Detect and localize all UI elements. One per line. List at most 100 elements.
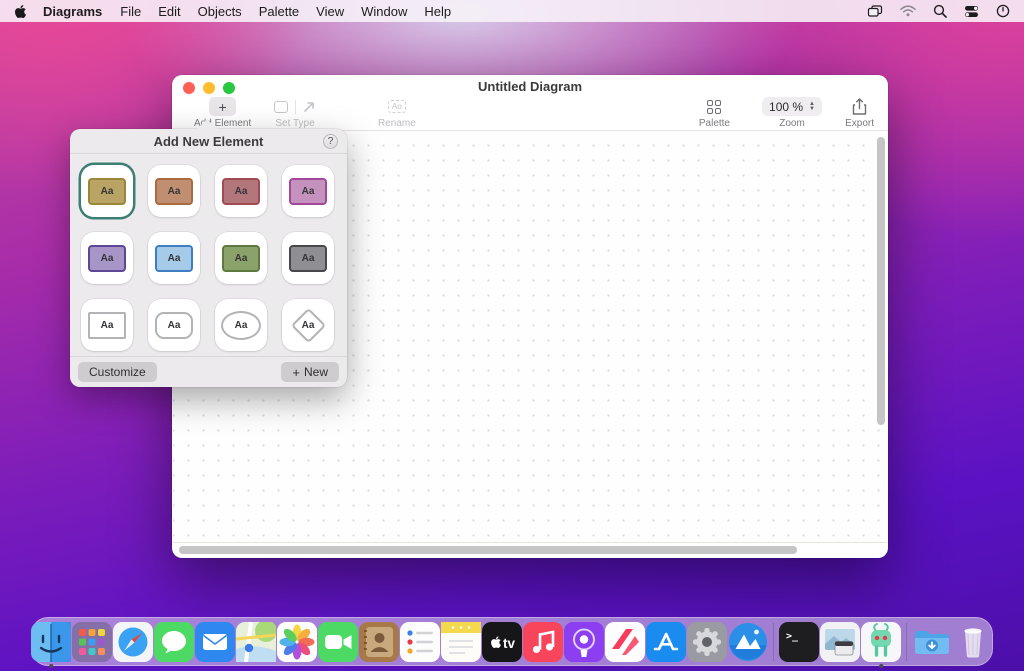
search-icon[interactable]: [933, 4, 947, 18]
share-icon: [852, 98, 867, 116]
dock-reminders-icon[interactable]: [400, 622, 440, 662]
minimize-button[interactable]: [203, 82, 215, 94]
dock-app-store-icon[interactable]: [646, 622, 686, 662]
menu-palette[interactable]: Palette: [259, 4, 299, 19]
shape-rect-icon: [274, 101, 288, 113]
rect-shape: Aa: [88, 178, 126, 205]
element-style-ellipse[interactable]: Aa: [215, 299, 267, 351]
element-style-rect[interactable]: Aa: [215, 232, 267, 284]
menu-window[interactable]: Window: [361, 4, 407, 19]
element-style-rect[interactable]: Aa: [81, 232, 133, 284]
sample-text: Aa: [168, 186, 181, 197]
add-new-element-popover: Add New Element ? AaAaAaAaAaAaAaAaAaAaAa…: [70, 129, 347, 387]
element-style-sharp[interactable]: Aa: [81, 299, 133, 351]
menu-bar: Diagrams File Edit Objects Palette View …: [0, 0, 1024, 22]
menu-help[interactable]: Help: [424, 4, 451, 19]
dock-divider: [906, 623, 907, 661]
sample-text: Aa: [302, 320, 315, 331]
dock-music-icon[interactable]: [523, 622, 563, 662]
palette-grid-icon: [707, 100, 721, 114]
sample-text: Aa: [101, 253, 114, 264]
zoom-window-button[interactable]: [223, 82, 235, 94]
element-style-rect[interactable]: Aa: [282, 165, 334, 217]
plus-icon: +: [292, 366, 300, 379]
ellipse-shape: Aa: [221, 311, 261, 340]
dock-launchpad-icon[interactable]: [72, 622, 112, 662]
svg-text:tv: tv: [503, 636, 515, 651]
rename-button[interactable]: Ao Rename: [378, 97, 416, 129]
rect-shape: Aa: [289, 178, 327, 205]
svg-text:>_: >_: [786, 631, 799, 642]
clock-icon[interactable]: [996, 4, 1010, 18]
plus-icon[interactable]: +: [209, 97, 236, 116]
element-style-rect[interactable]: Aa: [148, 232, 200, 284]
palette-label: Palette: [699, 118, 730, 129]
menu-app-name[interactable]: Diagrams: [43, 4, 102, 19]
dock-diagrams-icon[interactable]: [728, 622, 768, 662]
dock-facetime-icon[interactable]: [318, 622, 358, 662]
dock-contacts-icon[interactable]: [359, 622, 399, 662]
sample-text: Aa: [302, 186, 315, 197]
dock-notes-icon[interactable]: [441, 622, 481, 662]
wifi-icon[interactable]: [900, 5, 916, 17]
zoom-value: 100 %: [769, 100, 803, 114]
zoom-label: Zoom: [779, 118, 805, 129]
dock-mail-icon[interactable]: [195, 622, 235, 662]
dock-terminal-icon[interactable]: >_: [779, 622, 819, 662]
dock-news-icon[interactable]: [605, 622, 645, 662]
dock-robot-app-icon[interactable]: [861, 622, 901, 662]
dock-messages-icon[interactable]: [154, 622, 194, 662]
dock-tv-icon[interactable]: tv: [482, 622, 522, 662]
dock-screen-sharing-icon[interactable]: [820, 622, 860, 662]
palette-button[interactable]: Palette: [699, 97, 730, 129]
zoom-control[interactable]: 100 % ▲▼ Zoom: [762, 97, 822, 129]
element-grid: Aa Aa Aa Aa Aa Aa Aa Aa Aa Aa Aa Aa: [81, 165, 334, 351]
zoom-stepper-icon[interactable]: ▲▼: [809, 102, 815, 111]
dock-safari-icon[interactable]: [113, 622, 153, 662]
element-style-rect[interactable]: Aa: [148, 165, 200, 217]
sample-text: Aa: [168, 320, 181, 331]
dock-podcasts-icon[interactable]: [564, 622, 604, 662]
rect-shape: Aa: [222, 178, 260, 205]
dock-trash-icon[interactable]: [953, 622, 993, 662]
sample-text: Aa: [101, 320, 114, 331]
control-center-icon[interactable]: [964, 5, 979, 18]
rect-shape: Aa: [155, 245, 193, 272]
title-bar[interactable]: Untitled Diagram: [172, 75, 888, 97]
dock-finder-icon[interactable]: [31, 622, 71, 662]
screen-mirroring-icon[interactable]: [867, 4, 883, 18]
element-style-rect[interactable]: Aa: [282, 232, 334, 284]
running-indicator: [49, 664, 53, 668]
set-type-label: Set Type: [275, 118, 314, 129]
vertical-scrollbar[interactable]: [877, 137, 885, 425]
apple-logo-icon[interactable]: [14, 4, 27, 19]
dock-downloads-icon[interactable]: [912, 622, 952, 662]
dock-maps-icon[interactable]: [236, 622, 276, 662]
running-indicator: [879, 664, 883, 668]
dock: tv >_: [31, 617, 993, 666]
horizontal-scrollbar[interactable]: [179, 546, 797, 554]
menu-edit[interactable]: Edit: [158, 4, 180, 19]
dock-system-preferences-icon[interactable]: [687, 622, 727, 662]
dock-photos-icon[interactable]: [277, 622, 317, 662]
sample-text: Aa: [235, 253, 248, 264]
sample-text: Aa: [235, 186, 248, 197]
new-element-button[interactable]: +New: [281, 362, 339, 382]
toolbar: + Add Element Set Type Ao Rename Palette…: [172, 97, 888, 131]
menu-objects[interactable]: Objects: [198, 4, 242, 19]
element-style-rounded[interactable]: Aa: [148, 299, 200, 351]
export-button[interactable]: Export: [845, 97, 874, 129]
menu-file[interactable]: File: [120, 4, 141, 19]
customize-button[interactable]: Customize: [78, 362, 157, 382]
set-type-button[interactable]: Set Type: [274, 97, 316, 129]
element-style-diamond[interactable]: Aa: [282, 299, 334, 351]
close-button[interactable]: [183, 82, 195, 94]
window-title: Untitled Diagram: [172, 75, 888, 99]
export-label: Export: [845, 118, 874, 129]
menu-view[interactable]: View: [316, 4, 344, 19]
sample-text: Aa: [101, 186, 114, 197]
element-style-rect[interactable]: Aa: [215, 165, 267, 217]
element-style-rect-selected[interactable]: Aa: [81, 165, 133, 217]
sample-text: Aa: [302, 253, 315, 264]
help-button[interactable]: ?: [323, 134, 338, 149]
